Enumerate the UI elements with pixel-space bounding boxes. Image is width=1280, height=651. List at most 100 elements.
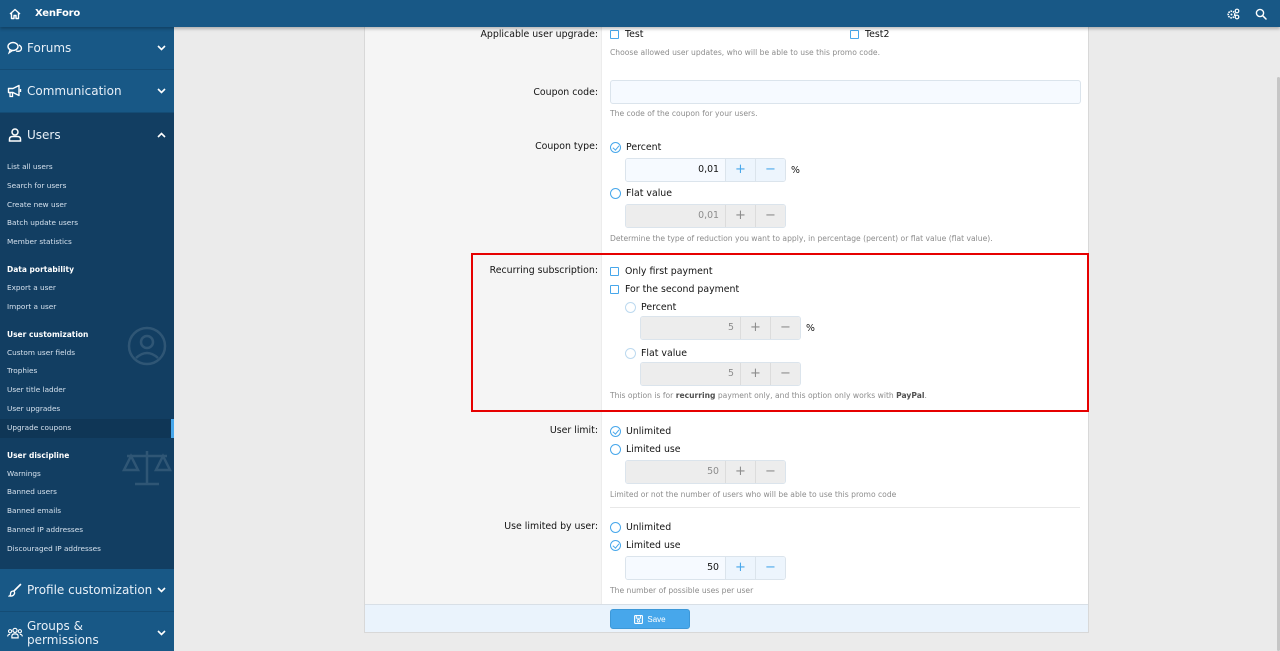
main-content: Applicable user upgrade: Test Test2 Choo… [174,27,1280,651]
radio-checked-icon [610,425,621,437]
checkbox-box [610,266,619,276]
option-label: Limited use [626,539,681,551]
page-scrollbar[interactable] [1276,27,1280,651]
recurring-percent-value[interactable]: 5 [641,317,740,339]
users-submenu: List all users Search for users Create n… [0,156,174,569]
decrement-button[interactable]: − [770,363,800,385]
save-label: Save [647,614,666,624]
sidebar-item-user-title-ladder[interactable]: User title ladder [0,381,174,400]
sidebar-heading-data-portability: Data portability [7,264,74,274]
label-column [365,27,602,605]
increment-button[interactable]: + [725,461,755,483]
top-bar: XenForo [0,0,1280,27]
sidebar-section-label: Profile customization [27,582,153,597]
per-user-unlimited-radio[interactable]: Unlimited [610,518,1082,536]
brush-icon [7,582,23,598]
user-limit-label: User limit: [549,425,598,436]
option-label: Unlimited [626,425,672,437]
user-limit-help: Limited or not the number of users who w… [610,490,897,499]
coupon-type-flat-radio[interactable]: Flat value [610,184,1082,202]
sidebar-item-export-user[interactable]: Export a user [0,279,174,298]
user-limit-value[interactable]: 50 [626,461,725,483]
sidebar-section-profile-customization[interactable]: Profile customization [0,569,174,612]
option-label: Test2 [865,28,890,40]
second-payment-checkbox[interactable]: For the second payment [610,280,1082,298]
coupon-form: Applicable user upgrade: Test Test2 Choo… [364,27,1089,633]
upgrade-test-checkbox[interactable]: Test [610,25,643,43]
coupon-type-help: Determine the type of reduction you want… [610,234,993,243]
recurring-flat-radio[interactable]: Flat value [625,344,1082,362]
user-circle-watermark-icon [127,326,167,369]
sidebar-item-import-user[interactable]: Import a user [0,298,174,317]
option-label: Limited use [626,443,681,455]
applicable-upgrade-help: Choose allowed user updates, who will be… [610,48,880,57]
checkbox-box [610,284,619,294]
coupon-flat-value[interactable]: 0,01 [626,205,725,227]
decrement-button[interactable]: − [755,461,785,483]
coupon-code-input[interactable] [610,80,1081,104]
sidebar-item-member-statistics[interactable]: Member statistics [0,233,174,252]
sidebar-item-search-users[interactable]: Search for users [0,177,174,196]
sidebar-section-groups-permissions[interactable]: Groups & permissions [0,612,174,651]
option-label: For the second payment [625,283,740,295]
sidebar-item-discouraged-ip[interactable]: Discouraged IP addresses [0,540,174,559]
search-icon[interactable] [1254,7,1268,21]
sidebar-section-users[interactable]: Users [0,113,174,156]
sidebar-item-upgrade-coupons[interactable]: Upgrade coupons [0,418,174,438]
sidebar-section-communication[interactable]: Communication [0,70,174,113]
increment-button[interactable]: + [740,317,770,339]
user-icon [7,127,23,143]
brand-link[interactable]: XenForo [35,8,80,19]
radio-checked-icon [610,539,621,551]
option-label: Only first payment [625,265,713,277]
save-button[interactable]: Save [610,609,690,629]
increment-button[interactable]: + [725,205,755,227]
decrement-button[interactable]: − [770,317,800,339]
chevron-down-icon [156,43,166,53]
increment-button[interactable]: + [725,159,755,181]
recurring-flat-value[interactable]: 5 [641,363,740,385]
sidebar: Forums Communication Users List all user… [0,27,174,651]
coupon-percent-value[interactable]: 0,01 [626,159,725,181]
chevron-down-icon [156,628,166,638]
per-user-value[interactable]: 50 [626,557,725,579]
increment-button[interactable]: + [740,363,770,385]
bullhorn-icon [7,83,23,99]
option-label: Percent [626,141,662,153]
cogs-icon[interactable] [1226,7,1240,21]
decrement-button[interactable]: − [755,557,785,579]
comments-icon [7,40,23,56]
coupon-type-label: Coupon type: [535,141,598,152]
sidebar-item-create-user[interactable]: Create new user [0,196,174,215]
sidebar-section-forums[interactable]: Forums [0,27,174,70]
upgrade-test2-checkbox[interactable]: Test2 [850,25,889,43]
applicable-upgrade-label: Applicable user upgrade: [480,29,598,40]
sidebar-item-user-upgrades[interactable]: User upgrades [0,400,174,419]
recurring-percent-spinner: 5 + − % [640,316,1082,340]
decrement-button[interactable]: − [755,205,785,227]
users-icon [7,625,23,641]
per-user-limit-label: Use limited by user: [504,521,598,532]
sidebar-item-banned-ip[interactable]: Banned IP addresses [0,521,174,540]
decrement-button[interactable]: − [755,159,785,181]
sidebar-item-list-all-users[interactable]: List all users [0,158,174,177]
coupon-code-help: The code of the coupon for your users. [610,109,758,118]
sidebar-item-batch-update[interactable]: Batch update users [0,214,174,233]
per-user-limited-radio[interactable]: Limited use [610,536,1082,554]
recurring-percent-radio[interactable]: Percent [625,298,1082,316]
coupon-flat-spinner: 0,01 + − [625,204,1082,228]
sidebar-section-label: Users [27,127,61,142]
checkbox-box [850,29,859,39]
coupon-type-percent-radio[interactable]: Percent [610,138,1082,156]
increment-button[interactable]: + [725,557,755,579]
user-limit-limited-radio[interactable]: Limited use [610,440,1082,458]
balance-scale-watermark-icon [121,448,173,491]
option-label: Flat value [641,347,688,359]
divider [610,507,1080,508]
only-first-payment-checkbox[interactable]: Only first payment [610,262,1082,280]
chevron-down-icon [156,86,166,96]
sidebar-item-banned-emails[interactable]: Banned emails [0,502,174,521]
user-limit-unlimited-radio[interactable]: Unlimited [610,422,1082,440]
home-icon[interactable] [8,7,22,21]
recurring-help: This option is for recurring payment onl… [610,391,927,400]
